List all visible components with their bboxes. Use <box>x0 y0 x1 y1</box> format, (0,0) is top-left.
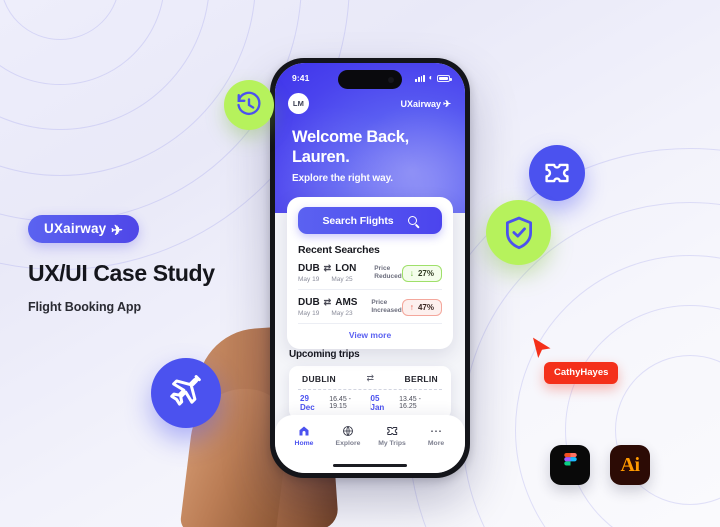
phone-screen: 9:41 ◐ LM UXairway ✈ Welcome Back, Laure… <box>275 63 465 473</box>
return-date: May 23 <box>331 310 353 317</box>
search-icon <box>408 216 418 225</box>
welcome-block: Welcome Back, Lauren. Explore the right … <box>275 114 465 184</box>
app-logo-label: UXairway <box>400 98 442 109</box>
tool-logos: Ai <box>550 445 650 485</box>
origin-code: DUB <box>298 263 320 274</box>
arrow-down-icon: ↓ <box>409 267 414 278</box>
outbound-leg: 29 Dec 16.45 - 19.15 <box>300 394 370 412</box>
return-date: May 25 <box>331 276 353 283</box>
recent-search-row[interactable]: DUB ⇄ AMS May 19 May 23 Price Increased … <box>298 290 442 324</box>
price-status-line-2: Reduced <box>374 273 402 280</box>
figma-logo-icon <box>550 445 590 485</box>
price-status: Price Increased <box>371 299 401 315</box>
history-clock-icon <box>237 91 261 115</box>
upcoming-trips-section: Upcoming trips DUBLIN ⇄ BERLIN 29 Dec 16… <box>275 349 465 419</box>
recent-searches-title: Recent Searches <box>298 244 380 256</box>
price-status: Price Reduced <box>374 265 401 281</box>
background-ring <box>0 0 120 40</box>
return-leg: 05 Jan 13.45 - 16.25 <box>371 394 441 412</box>
search-card: Search Flights Recent Searches DUB ⇄ LON… <box>287 197 453 349</box>
upcoming-trips-title: Upcoming trips <box>289 349 360 360</box>
route: DUB ⇄ AMS May 19 May 23 <box>298 297 371 317</box>
price-change-badge: ↑ 47% <box>401 298 442 316</box>
route-codes: DUB ⇄ LON <box>298 263 374 274</box>
background-ring <box>565 305 720 527</box>
plane-icon: ✈ <box>111 221 124 238</box>
tab-home[interactable]: Home <box>282 424 326 473</box>
history-badge[interactable] <box>224 80 274 130</box>
swap-icon: ⇄ <box>323 297 332 307</box>
ticket-badge[interactable] <box>529 145 585 201</box>
tab-explore-label: Explore <box>335 440 361 447</box>
ellipsis-icon: ⋯ <box>430 423 442 438</box>
wifi-icon: ◐ <box>428 73 434 82</box>
destination-code: LON <box>335 263 357 274</box>
battery-icon <box>437 74 452 82</box>
background-ring <box>0 0 165 85</box>
background-ring <box>515 255 720 527</box>
recent-search-row[interactable]: DUB ⇄ LON May 19 May 25 Price Reduced ↓ … <box>298 256 442 290</box>
destination-city: BERLIN <box>404 373 438 384</box>
price-change-percent: 27% <box>417 268 434 278</box>
route-codes: DUB ⇄ AMS <box>298 297 371 308</box>
route-dates: May 19 May 25 <box>298 276 374 283</box>
ticket-icon <box>545 163 569 183</box>
price-status-line-1: Price <box>374 264 391 272</box>
destination-code: AMS <box>335 297 358 308</box>
shield-badge[interactable] <box>486 200 551 265</box>
price-status-line-1: Price <box>371 298 388 306</box>
cursor-name-label: CathyHayes <box>544 362 619 384</box>
depart-date: May 19 <box>298 276 320 283</box>
return-date: 05 Jan <box>370 394 385 412</box>
trip-ticket-card[interactable]: DUBLIN ⇄ BERLIN 29 Dec 16.45 - 19.15 05 … <box>289 366 451 419</box>
phone-mockup: 9:41 ◐ LM UXairway ✈ Welcome Back, Laure… <box>270 58 470 478</box>
tab-home-label: Home <box>294 440 314 447</box>
plane-icon: ✈ <box>443 99 451 110</box>
swap-icon: ⇄ <box>366 373 374 383</box>
avatar[interactable]: LM <box>288 93 309 114</box>
home-indicator <box>333 463 407 467</box>
swap-icon: ⇄ <box>323 263 332 273</box>
illustrator-logo-icon: Ai <box>610 445 650 485</box>
origin-city: DUBLIN <box>302 373 336 384</box>
welcome-tagline: Explore the right way. <box>292 172 393 184</box>
app-logo: UXairway ✈ <box>400 98 452 111</box>
arrow-up-icon: ↑ <box>409 301 414 312</box>
globe-icon <box>342 424 354 437</box>
shield-check-icon <box>505 216 532 249</box>
status-time: 9:41 <box>292 73 310 83</box>
cursor-arrow-icon <box>533 337 551 358</box>
outbound-date: 29 Dec <box>300 394 315 412</box>
dynamic-island <box>338 70 402 89</box>
cellular-signal-icon <box>415 74 426 82</box>
tab-more[interactable]: ⋯ More <box>414 424 458 473</box>
search-flights-button[interactable]: Search Flights <box>298 207 442 234</box>
outbound-time: 16.45 - 19.15 <box>329 396 351 410</box>
tab-more-label: More <box>427 440 445 447</box>
route: DUB ⇄ LON May 19 May 25 <box>298 263 374 283</box>
price-status-line-2: Increased <box>371 307 402 314</box>
app-bar: LM UXairway ✈ <box>275 89 465 114</box>
ticket-icon <box>386 424 399 437</box>
price-change-badge: ↓ 27% <box>401 264 442 282</box>
ticket-cities: DUBLIN ⇄ BERLIN <box>289 366 451 389</box>
search-flights-label: Search Flights <box>322 214 394 227</box>
view-more-link[interactable]: View more <box>298 330 442 340</box>
plane-badge[interactable] <box>151 358 221 428</box>
status-icons: ◐ <box>415 73 452 82</box>
price-change-percent: 47% <box>417 302 434 312</box>
background-ring <box>0 0 256 176</box>
route-dates: May 19 May 23 <box>298 310 371 317</box>
airplane-icon <box>170 375 201 406</box>
origin-code: DUB <box>298 297 320 308</box>
welcome-line-2: Lauren. <box>292 148 350 167</box>
welcome-line-1: Welcome Back, <box>292 128 409 146</box>
depart-date: May 19 <box>298 310 320 317</box>
background-ring <box>0 0 210 130</box>
home-icon <box>298 424 310 437</box>
tab-my-trips-label: My Trips <box>378 440 406 447</box>
brand-pill-label: UXairway <box>44 221 107 236</box>
brand-pill: UXairway ✈ <box>28 215 140 243</box>
return-time: 13.45 - 16.25 <box>399 396 421 410</box>
